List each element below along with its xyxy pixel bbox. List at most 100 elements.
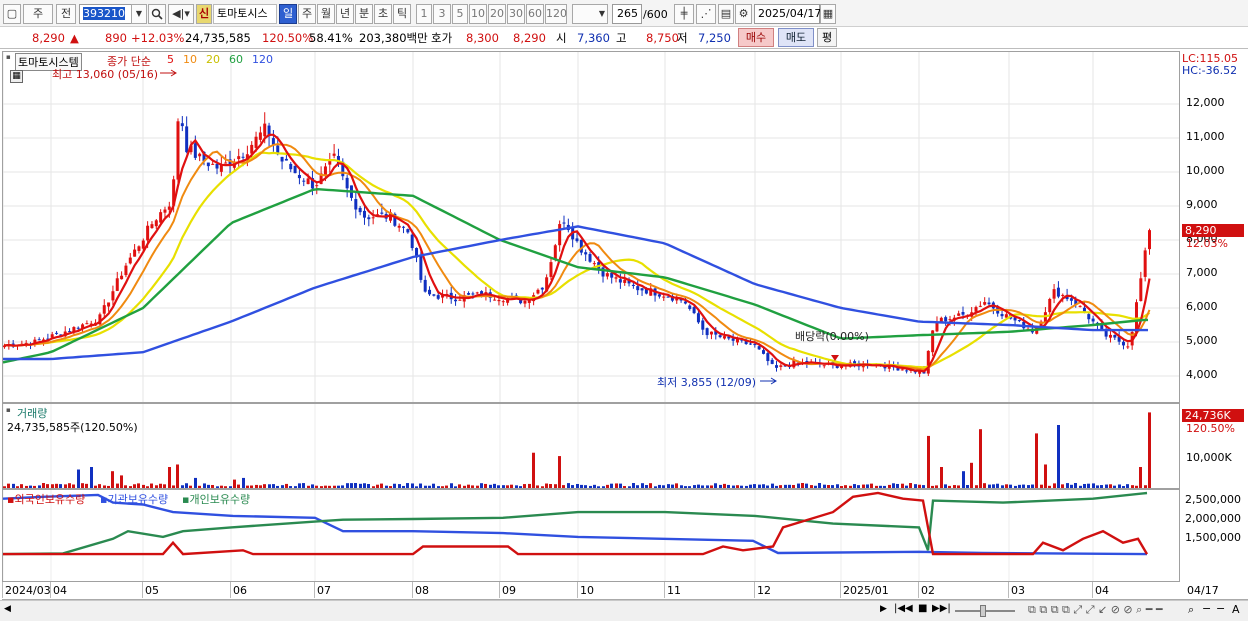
candle	[462, 290, 466, 308]
volume-bar	[1096, 485, 1099, 488]
period-2[interactable]: 월	[317, 4, 335, 24]
x-tick: 04	[53, 584, 67, 597]
volume-bar	[194, 477, 197, 488]
gear-icon[interactable]: ⚙	[735, 4, 752, 24]
zoom-icon[interactable]: ⌕	[1188, 603, 1194, 617]
tool-icons[interactable]: ⧉ ⧉ ⧉ ⧉ ⤢ ⤢ ↙ ⊘ ⊘ ⌕ ━ ━	[1028, 603, 1163, 617]
sell-button[interactable]: 매도	[778, 28, 814, 47]
interval-10[interactable]: 10	[469, 4, 487, 24]
chart-type-icon[interactable]: ⋰	[696, 4, 716, 24]
candle	[1087, 312, 1091, 324]
volume-bar	[957, 485, 960, 488]
candle	[428, 286, 432, 296]
period-0[interactable]: 일	[279, 4, 297, 24]
flat-button[interactable]: 평	[817, 28, 837, 47]
save-icon[interactable]: ▤	[718, 4, 734, 24]
volume-bar	[740, 485, 743, 488]
scroll-bar[interactable]: ◀ ▶ |◀◀ ■ ▶▶| ⧉ ⧉ ⧉ ⧉ ⤢ ⤢ ↙ ⊘ ⊘ ⌕ ━ ━ ⌕ …	[0, 600, 1248, 621]
volume-bar	[983, 483, 986, 488]
table-icon[interactable]: ▦	[10, 70, 23, 83]
candle	[137, 245, 141, 254]
volume-bar	[562, 485, 565, 488]
volume-bar	[823, 484, 826, 488]
volume-bar	[424, 485, 427, 488]
volume-bar	[536, 485, 539, 488]
price-chart[interactable]	[3, 52, 1179, 402]
volume-bar	[519, 486, 522, 488]
volume-bar	[168, 467, 171, 488]
volume-bar	[12, 483, 15, 488]
volume-bar	[172, 485, 175, 488]
period-5[interactable]: 초	[374, 4, 392, 24]
scroll-left-icon[interactable]: ◀	[4, 604, 11, 614]
x-tick: 10	[580, 584, 594, 597]
interval-20[interactable]: 20	[488, 4, 506, 24]
volume-bar	[697, 484, 700, 488]
volume-bar	[380, 483, 383, 488]
volume-bar	[393, 483, 396, 488]
volume-bar	[285, 483, 288, 488]
volume-bar	[116, 483, 119, 488]
volume-bar	[189, 485, 192, 488]
period-4[interactable]: 분	[355, 4, 373, 24]
volume-pane[interactable]: ▪ 거래량 24,735,585주(120.50%)	[2, 403, 1180, 489]
buy-button[interactable]: 매수	[738, 28, 774, 47]
code-dropdown-icon[interactable]: ▼	[131, 4, 147, 24]
speaker-icon[interactable]: ◀|▾	[168, 4, 194, 24]
price-pane[interactable]: ▪ 토마토시스템 종가 단순 5 10 20 60 120 ▦ 최고 13,060 (0…	[2, 51, 1180, 403]
prev-button[interactable]: 전	[56, 4, 76, 24]
volume-bar	[7, 483, 10, 488]
price-ytick: 11,000	[1186, 130, 1225, 143]
volume-bar	[493, 483, 496, 488]
calendar-icon[interactable]: ▦	[820, 4, 836, 24]
period-3[interactable]: 년	[336, 4, 354, 24]
volume-bar	[962, 471, 965, 488]
window-icon[interactable]: ▢	[3, 4, 21, 24]
candle	[332, 144, 336, 159]
volume-bar	[33, 485, 36, 488]
market-select[interactable]: 주	[23, 4, 53, 24]
first-icon[interactable]: |◀◀	[894, 603, 913, 614]
candle	[219, 156, 223, 177]
candle	[1017, 319, 1021, 323]
candle	[133, 244, 137, 257]
period-1[interactable]: 주	[298, 4, 316, 24]
interval-dropdown[interactable]: ▼	[572, 4, 608, 24]
x-tick: 09	[502, 584, 516, 597]
interval-120[interactable]: 120	[545, 4, 567, 24]
interval-3[interactable]: 3	[433, 4, 451, 24]
interval-60[interactable]: 60	[526, 4, 544, 24]
volume-bar	[641, 483, 644, 488]
line-icon[interactable]: −	[1216, 602, 1225, 615]
text-icon[interactable]: A	[1232, 603, 1240, 616]
date-input[interactable]: 2025/04/17	[754, 4, 821, 24]
stop-icon[interactable]: ■	[918, 603, 927, 614]
scroll-right-icon[interactable]: ▶	[880, 604, 887, 614]
interval-30[interactable]: 30	[507, 4, 525, 24]
zoom-slider-thumb[interactable]	[980, 605, 986, 617]
volume-bar	[558, 456, 561, 488]
interval-1[interactable]: 1	[416, 4, 432, 24]
volume-bar	[25, 485, 28, 488]
candle	[150, 221, 154, 229]
candle-icon[interactable]: ╪	[674, 4, 694, 24]
minus-icon[interactable]: −	[1202, 602, 1211, 615]
bid: 8,290	[513, 31, 546, 45]
candle	[85, 320, 89, 325]
volume-bar	[714, 483, 717, 488]
volume-chart[interactable]	[3, 404, 1179, 488]
last-icon[interactable]: ▶▶|	[932, 603, 951, 614]
candle	[237, 148, 241, 169]
search-icon[interactable]	[148, 4, 166, 24]
volume-bar	[315, 485, 318, 488]
holding-chart[interactable]	[3, 490, 1179, 581]
volume-bar	[38, 485, 41, 488]
period-6[interactable]: 틱	[393, 4, 411, 24]
volume-bar	[333, 485, 336, 488]
candle	[1126, 342, 1130, 350]
holding-ytick: 2,000,000	[1185, 511, 1241, 525]
count-input[interactable]: 265	[612, 4, 642, 24]
price-ytick: 4,000	[1186, 368, 1218, 381]
holding-pane[interactable]: ▪외국인보유수량 ▪기관보유수량 ▪개인보유수량	[2, 489, 1180, 582]
interval-5[interactable]: 5	[452, 4, 468, 24]
